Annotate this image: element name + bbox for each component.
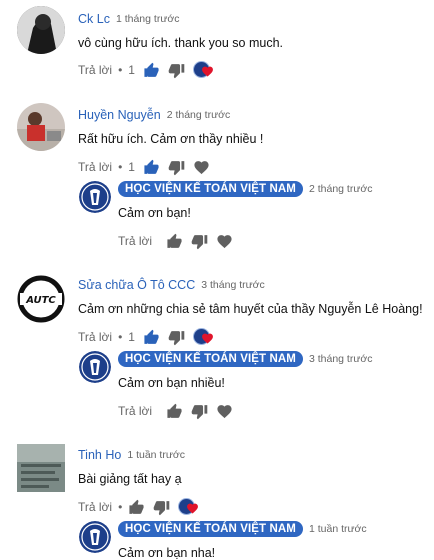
- comment-timestamp[interactable]: 1 tháng trước: [116, 13, 180, 25]
- comment-timestamp[interactable]: 3 tháng trước: [309, 353, 373, 365]
- thumbs-down-icon[interactable]: [191, 233, 208, 250]
- comment-author[interactable]: Huyền Nguyễn: [78, 108, 161, 122]
- reply-button[interactable]: Trả lời: [78, 160, 112, 174]
- channel-author-badge[interactable]: HỌC VIỆN KẾ TOÁN VIỆT NAM: [118, 351, 303, 367]
- comment-text: Cảm ơn bạn nhiều!: [118, 376, 225, 390]
- reply-button[interactable]: Trả lời: [118, 234, 152, 248]
- comment-text: Rất hữu ích. Cảm ơn thầy nhiều !: [78, 132, 264, 146]
- avatar[interactable]: [17, 444, 65, 492]
- comment-timestamp[interactable]: 1 tuần trước: [309, 523, 367, 535]
- reply-button[interactable]: Trả lời: [78, 330, 112, 344]
- creator-heart-icon[interactable]: [192, 327, 219, 347]
- channel-author-badge[interactable]: HỌC VIỆN KẾ TOÁN VIỆT NAM: [118, 521, 303, 537]
- comment-author[interactable]: Sửa chữa Ô Tô CCC: [78, 278, 195, 292]
- thumbs-down-icon[interactable]: [191, 403, 208, 420]
- comment-timestamp[interactable]: 3 tháng trước: [201, 279, 265, 291]
- like-count: 1: [128, 330, 135, 344]
- comment-author[interactable]: Ck Lc: [78, 12, 110, 26]
- avatar[interactable]: [17, 6, 65, 54]
- separator-dot: •: [118, 500, 123, 514]
- separator-dot: •: [118, 160, 123, 174]
- channel-avatar[interactable]: [79, 351, 111, 383]
- thumbs-up-icon[interactable]: [128, 499, 145, 516]
- heart-icon[interactable]: [216, 233, 233, 250]
- separator-dot: •: [118, 63, 123, 77]
- comment-text: Bài giảng tất hay ạ: [78, 472, 182, 486]
- creator-heart-icon[interactable]: [178, 497, 204, 517]
- reply-button[interactable]: Trả lời: [78, 500, 112, 514]
- thumbs-down-icon[interactable]: [168, 329, 185, 346]
- channel-avatar[interactable]: [79, 521, 111, 553]
- comment-text: vô cùng hữu ích. thank you so much.: [78, 36, 284, 50]
- thumbs-up-icon[interactable]: [143, 329, 160, 346]
- reply-button[interactable]: Trả lời: [118, 404, 152, 418]
- like-count: 1: [128, 63, 135, 77]
- comment-timestamp[interactable]: 2 tháng trước: [309, 183, 373, 195]
- heart-icon[interactable]: [216, 403, 233, 420]
- thumbs-up-icon[interactable]: [143, 62, 160, 79]
- creator-heart-icon[interactable]: [192, 60, 219, 80]
- thumbs-up-icon[interactable]: [143, 159, 160, 176]
- comment-text: Cảm ơn bạn nha!: [118, 546, 216, 560]
- comment-text: Cảm ơn bạn!: [118, 206, 191, 220]
- thumbs-down-icon[interactable]: [153, 499, 170, 516]
- separator-dot: •: [118, 330, 123, 344]
- channel-author-badge[interactable]: HỌC VIỆN KẾ TOÁN VIỆT NAM: [118, 181, 303, 197]
- avatar-logo-text: AUTC: [25, 295, 56, 306]
- channel-avatar[interactable]: [79, 181, 111, 213]
- thumbs-up-icon[interactable]: [166, 403, 183, 420]
- comment-timestamp[interactable]: 1 tuần trước: [127, 449, 185, 461]
- comment-timestamp[interactable]: 2 tháng trước: [167, 109, 231, 121]
- thumbs-down-icon[interactable]: [168, 159, 185, 176]
- comment-text: Cảm ơn những chia sẻ tâm huyết của thầy …: [78, 302, 423, 316]
- heart-icon[interactable]: [193, 159, 210, 176]
- like-count: 1: [128, 160, 135, 174]
- comment-author[interactable]: Tinh Ho: [78, 448, 121, 462]
- avatar[interactable]: AUTC: [17, 275, 65, 323]
- reply-button[interactable]: Trả lời: [78, 63, 112, 77]
- thumbs-up-icon[interactable]: [166, 233, 183, 250]
- thumbs-down-icon[interactable]: [168, 62, 185, 79]
- avatar[interactable]: [17, 103, 65, 151]
